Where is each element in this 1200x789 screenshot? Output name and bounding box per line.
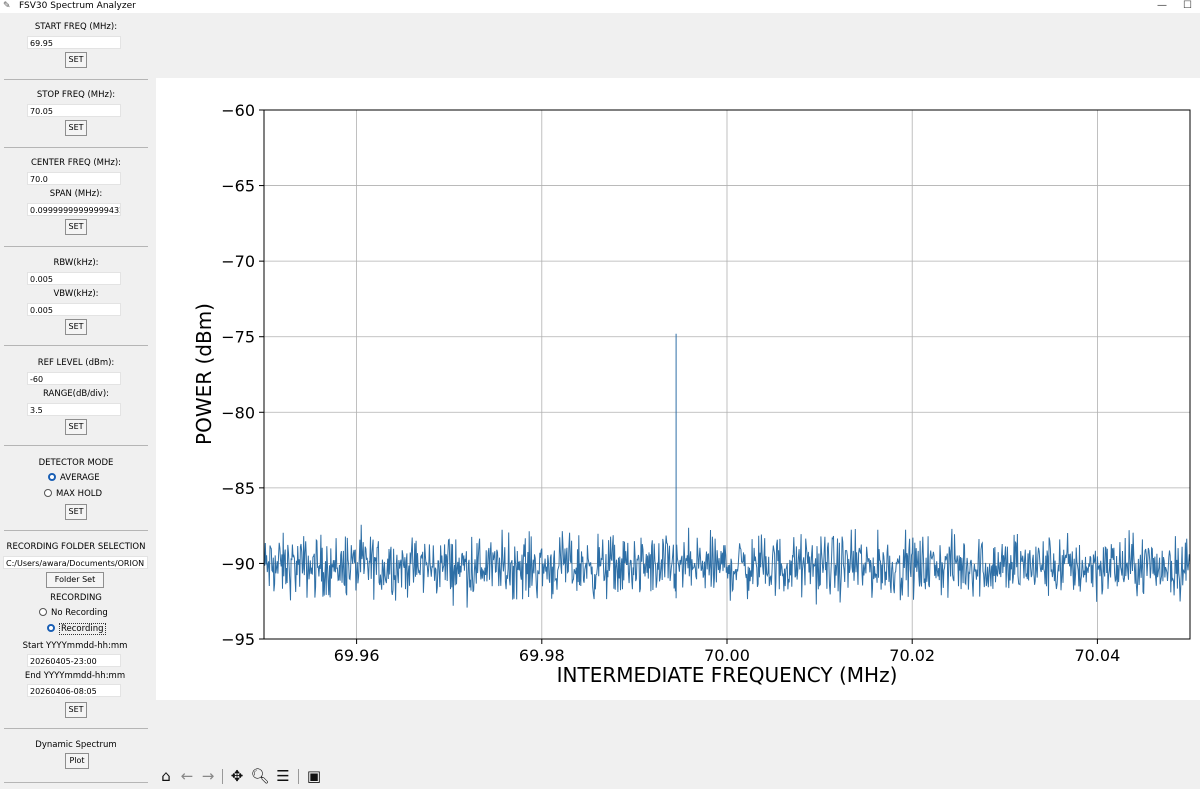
dynamic-spectrum-label: Dynamic Spectrum	[35, 740, 117, 750]
span-label: SPAN (MHz):	[49, 189, 103, 199]
minimize-icon[interactable]: —	[1157, 0, 1167, 12]
y-tick-label: −90	[221, 554, 255, 573]
rbw-label: RBW(kHz):	[53, 258, 99, 268]
forward-icon[interactable]: →	[198, 766, 218, 786]
radio-average[interactable]: AVERAGE	[48, 472, 100, 484]
configure-icon[interactable]: ☰	[273, 766, 293, 786]
start-freq-set-button[interactable]: SET	[65, 52, 87, 68]
ref-level-label: REF LEVEL (dBm):	[37, 358, 115, 368]
x-tick-label: 70.04	[1074, 646, 1120, 665]
spectrum-chart[interactable]: −60−65−70−75−80−85−90−95 69.96 69.98 70.00…	[156, 78, 1200, 700]
home-icon[interactable]: ⌂	[156, 766, 176, 786]
radio-average-indicator	[48, 473, 56, 481]
window-title: FSV30 Spectrum Analyzer	[19, 1, 136, 11]
recording-folder-label: RECORDING FOLDER SELECTION	[6, 542, 146, 552]
recording-label: RECORDING	[50, 593, 102, 603]
end-time-label: End YYYYmmdd-hh:mm	[24, 671, 126, 681]
radio-no-recording-indicator	[39, 608, 47, 616]
pan-icon[interactable]: ✥	[227, 766, 247, 786]
app-feather-icon: ✎	[3, 1, 11, 11]
control-sidebar: START FREQ (MHz): 69.95 SET STOP FREQ (M…	[0, 13, 150, 789]
start-time-label: Start YYYYmmdd-hh:mm	[22, 641, 128, 651]
y-tick-label: −65	[221, 177, 255, 196]
y-tick-labels: −60 −65 −70 −75 −80 −85 −90 −95	[221, 101, 255, 649]
recording-set-button[interactable]: SET	[65, 702, 87, 718]
center-span-set-button[interactable]: SET	[65, 219, 87, 235]
radio-average-label: AVERAGE	[60, 473, 100, 483]
radio-recording-label: Recording	[59, 623, 106, 635]
center-freq-input[interactable]: 70.0	[27, 172, 121, 185]
detector-mode-label: DETECTOR MODE	[38, 458, 114, 468]
radio-max-hold[interactable]: MAX HOLD	[44, 488, 102, 500]
radio-no-recording[interactable]: No Recording	[39, 607, 108, 619]
start-time-input[interactable]: 20260405-23:00	[27, 654, 121, 667]
toolbar-separator	[298, 769, 299, 784]
recording-folder-input[interactable]: C:/Users/awara/Documents/ORION	[3, 556, 148, 569]
vbw-label: VBW(kHz):	[53, 289, 99, 299]
radio-recording[interactable]: Recording	[47, 623, 106, 635]
y-tick-label: −85	[221, 479, 255, 498]
y-tick-label: −70	[221, 252, 255, 271]
start-freq-label: START FREQ (MHz):	[34, 22, 118, 32]
ref-level-set-button[interactable]: SET	[65, 419, 87, 435]
back-icon[interactable]: ←	[177, 766, 197, 786]
maximize-icon[interactable]: ☐	[1183, 0, 1192, 12]
folder-set-button[interactable]: Folder Set	[46, 572, 104, 588]
radio-recording-indicator	[47, 624, 55, 632]
y-axis-label: POWER (dBm)	[192, 303, 216, 445]
end-time-input[interactable]: 20260406-08:05	[27, 684, 121, 697]
y-tick-label: −60	[221, 101, 255, 120]
radio-no-recording-label: No Recording	[51, 608, 108, 618]
radio-max-hold-indicator	[44, 489, 52, 497]
center-freq-label: CENTER FREQ (MHz):	[30, 158, 122, 168]
toolbar-separator	[222, 769, 223, 784]
save-icon[interactable]: ▣	[304, 766, 324, 786]
range-input[interactable]: 3.5	[27, 403, 121, 416]
plot-button[interactable]: Plot	[65, 753, 89, 769]
bandwidth-set-button[interactable]: SET	[65, 319, 87, 335]
stop-freq-label: STOP FREQ (MHz):	[36, 90, 116, 100]
rbw-input[interactable]: 0.005	[27, 272, 121, 285]
zoom-icon[interactable]: 🔍︎	[250, 766, 270, 786]
spectrum-plot-area: −60 −65 −70 −75 −80 −85 −90 −95 69.96 69.98 70.00…	[156, 78, 1200, 700]
title-bar: ✎ FSV30 Spectrum Analyzer — ☐	[0, 0, 1200, 13]
y-tick-label: −80	[221, 403, 255, 422]
radio-max-hold-label: MAX HOLD	[56, 489, 103, 499]
span-input[interactable]: 0.09999999999999432	[27, 203, 121, 216]
x-tick-label: 69.96	[334, 646, 380, 665]
stop-freq-input[interactable]: 70.05	[27, 104, 121, 117]
y-tick-label: −75	[221, 328, 255, 347]
start-freq-input[interactable]: 69.95	[27, 36, 121, 49]
stop-freq-set-button[interactable]: SET	[65, 120, 87, 136]
x-axis-label: INTERMEDIATE FREQUENCY (MHz)	[557, 663, 898, 687]
y-tick-label: −95	[221, 630, 255, 649]
ref-level-input[interactable]: -60	[27, 372, 121, 385]
detector-set-button[interactable]: SET	[65, 504, 87, 520]
vbw-input[interactable]: 0.005	[27, 303, 121, 316]
range-label: RANGE(dB/div):	[42, 389, 110, 399]
